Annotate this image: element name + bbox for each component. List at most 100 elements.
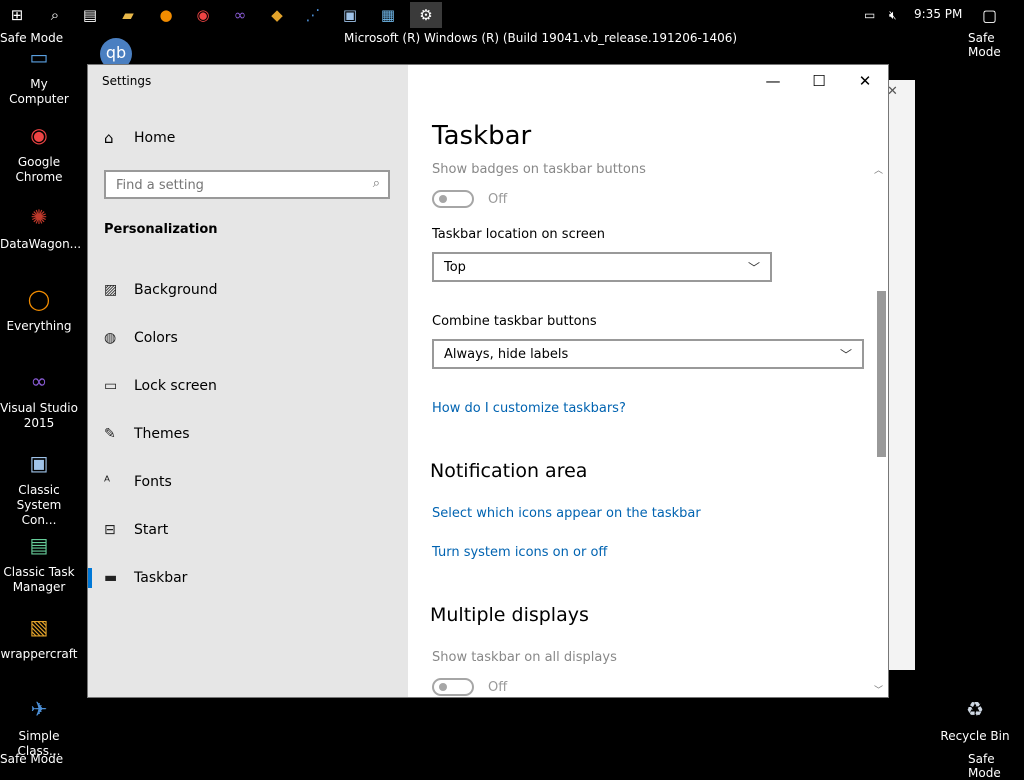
file-explorer-icon[interactable]: ▰ <box>114 2 142 28</box>
desktop-icon-label: Classic System Con... <box>16 483 62 527</box>
multi-displays-heading: Multiple displays <box>430 604 589 626</box>
desktop-icon-datawagon[interactable]: ✺ DataWagon... <box>0 200 82 252</box>
desktop-icon-label: My Computer <box>9 77 69 106</box>
chrome-icon: ◉ <box>30 122 48 147</box>
visual-studio-icon[interactable]: ∞ <box>226 2 254 28</box>
desktop-icon-recycle-bin[interactable]: ♻ Recycle Bin <box>936 692 1014 744</box>
safe-mode-label-bottom-right: Safe Mode <box>968 752 1001 780</box>
sidebar-item-label: Colors <box>134 330 178 346</box>
page-title: Taskbar <box>432 121 532 151</box>
search-box[interactable]: ⌕ <box>104 170 390 199</box>
task-manager-icon: ▤ <box>29 532 49 557</box>
control-panel-icon[interactable]: ▦ <box>374 2 402 28</box>
badges-toggle[interactable] <box>432 190 474 208</box>
sidebar-item-label: Background <box>134 282 218 298</box>
home-icon: ⌂ <box>104 129 114 147</box>
recycle-bin-icon: ♻ <box>966 696 984 721</box>
sidebar-item-background[interactable]: ▨ Background <box>88 272 408 308</box>
desktop-icon-label: wrappercraft <box>0 647 78 661</box>
chevron-down-icon: ﹀ <box>747 261 760 275</box>
sidebar-item-label: Lock screen <box>134 378 217 394</box>
combine-dropdown[interactable]: Always, hide labels ﹀ <box>432 339 864 369</box>
multi-displays-toggle[interactable] <box>432 678 474 696</box>
start-icon: ⊟ <box>104 522 116 538</box>
sidebar-item-start[interactable]: ⊟ Start <box>88 512 408 548</box>
location-dropdown[interactable]: Top ﹀ <box>432 252 772 282</box>
sidebar-item-themes[interactable]: ✎ Themes <box>88 416 408 452</box>
desktop-icon-label: Recycle Bin <box>940 729 1010 743</box>
location-label: Taskbar location on screen <box>432 227 606 242</box>
desktop-icon-my-computer[interactable]: ▭ My Computer <box>0 40 78 107</box>
combine-label: Combine taskbar buttons <box>432 314 597 329</box>
chrome-icon[interactable]: ◉ <box>189 2 217 28</box>
themes-icon: ✎ <box>104 426 116 442</box>
desktop-icon-classic-task-manager[interactable]: ▤ Classic Task Manager <box>0 528 78 595</box>
desktop-icon-chrome[interactable]: ◉ Google Chrome <box>0 118 78 185</box>
sidebar-item-fonts[interactable]: ᴬ Fonts <box>88 464 408 500</box>
toggle-knob <box>439 195 447 203</box>
wrappercraft-icon: ▧ <box>29 614 49 639</box>
sidebar-item-lock-screen[interactable]: ▭ Lock screen <box>88 368 408 404</box>
desktop-icon-label: Google Chrome <box>15 155 63 184</box>
settings-content: — ☐ ✕ Taskbar Show badges on taskbar but… <box>408 65 888 697</box>
network-app-icon[interactable]: ⋰ <box>299 2 327 28</box>
system-config-icon[interactable]: ▣ <box>336 2 364 28</box>
sidebar-item-taskbar[interactable]: ▬ Taskbar <box>88 560 408 596</box>
safe-mode-label-top-right: Safe Mode <box>968 31 1001 59</box>
desktop-icon-wrappercraft[interactable]: ▧ wrappercraft <box>0 610 78 662</box>
multi-displays-label: Show taskbar on all displays <box>432 650 617 665</box>
scrollbar-thumb[interactable] <box>877 291 886 457</box>
desktop-icon-label: Classic Task Manager <box>3 565 75 594</box>
sidebar-item-label: Themes <box>134 426 190 442</box>
category-heading: Personalization <box>104 222 218 237</box>
home-nav-item[interactable]: ⌂ Home <box>104 129 175 147</box>
everything-icon[interactable]: ● <box>152 2 180 28</box>
windows-start-icon[interactable]: ⊞ <box>3 2 31 28</box>
scroll-up-icon[interactable]: ︿ <box>874 163 883 176</box>
volume-muted-icon[interactable]: 🔇︎ <box>889 0 897 30</box>
desktop-icon-simple-class[interactable]: ✈ Simple Class... <box>0 692 78 759</box>
lock-screen-icon: ▭ <box>104 378 118 394</box>
close-icon[interactable]: ✕ <box>842 65 888 97</box>
home-label: Home <box>134 130 176 146</box>
desktop-icon-everything[interactable]: ◯ Everything <box>0 282 78 334</box>
app-icon[interactable]: ◆ <box>263 2 291 28</box>
taskbar-icon: ▬ <box>104 570 118 586</box>
fonts-icon: ᴬ <box>104 474 111 490</box>
desktop-icon-label: Simple Class... <box>17 729 61 758</box>
badges-state: Off <box>488 192 508 207</box>
scroll-down-icon[interactable]: ﹀ <box>874 683 883 696</box>
visual-studio-icon: ∞ <box>30 368 48 393</box>
system-config-icon: ▣ <box>29 450 49 475</box>
toggle-knob <box>439 683 447 691</box>
desktop-icon-visual-studio[interactable]: ∞ Visual Studio 2015 <box>0 364 78 431</box>
search-icon[interactable]: ⌕ <box>41 2 69 28</box>
location-value: Top <box>444 259 466 275</box>
window-title: Settings <box>102 74 152 88</box>
sidebar-item-colors[interactable]: ◍ Colors <box>88 320 408 356</box>
notification-heading: Notification area <box>430 460 588 482</box>
sidebar-item-label: Fonts <box>134 474 172 490</box>
select-icons-link[interactable]: Select which icons appear on the taskbar <box>432 506 701 521</box>
settings-gear-icon[interactable]: ⚙ <box>410 2 442 28</box>
search-input[interactable] <box>106 172 358 199</box>
help-link[interactable]: How do I customize taskbars? <box>432 401 626 416</box>
build-string: Microsoft (R) Windows (R) (Build 19041.v… <box>344 31 738 45</box>
chevron-down-icon: ﹀ <box>839 348 852 362</box>
maximize-icon[interactable]: ☐ <box>796 65 842 97</box>
close-icon[interactable]: ✕ <box>887 84 898 99</box>
badges-label: Show badges on taskbar buttons <box>432 162 646 177</box>
clock[interactable]: 9:35 PM <box>914 7 962 21</box>
settings-sidebar: Settings ⌂ Home ⌕ Personalization ▨ Back… <box>88 65 408 697</box>
taskbar: ⊞ ⌕ ▤ ▰ ● ◉ ∞ ◆ ⋰ ▣ ▦ ⚙ ▭ 🔇︎ 9:35 PM ▢ <box>0 0 1024 30</box>
minimize-icon[interactable]: — <box>750 65 796 97</box>
system-icons-link[interactable]: Turn system icons on or off <box>432 545 607 560</box>
task-view-icon[interactable]: ▤ <box>76 2 104 28</box>
desktop-icon-classic-system-config[interactable]: ▣ Classic System Con... <box>0 446 78 528</box>
datawagon-icon: ✺ <box>30 204 48 229</box>
sidebar-item-label: Start <box>134 522 169 538</box>
network-tray-icon[interactable]: ▭ <box>864 0 875 30</box>
combine-value: Always, hide labels <box>444 346 569 362</box>
desktop-icon-label: DataWagon... <box>0 237 82 251</box>
action-center-icon[interactable]: ▢ <box>982 0 997 30</box>
